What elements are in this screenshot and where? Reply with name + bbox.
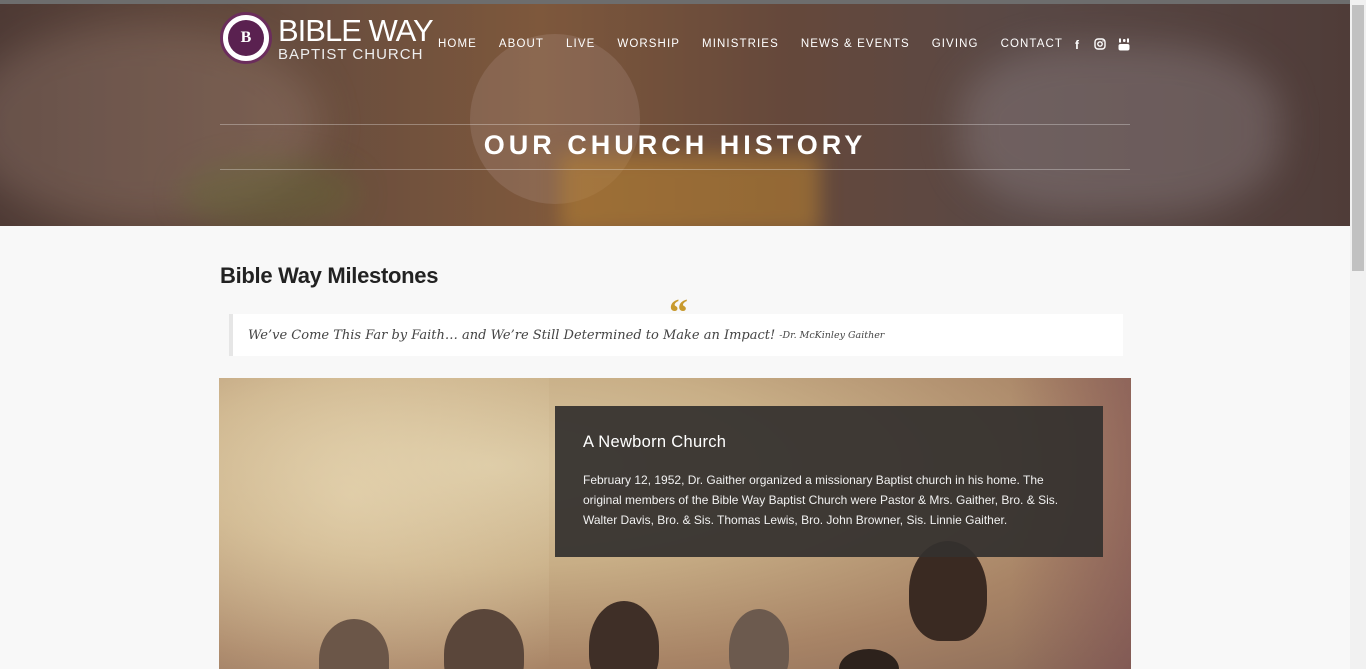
logo-badge-letter: B bbox=[228, 20, 264, 56]
instagram-icon[interactable] bbox=[1094, 38, 1108, 52]
top-border bbox=[0, 0, 1350, 4]
logo-badge-icon: B bbox=[220, 12, 272, 64]
nav-about[interactable]: ABOUT bbox=[499, 38, 544, 50]
nav-contact[interactable]: CONTACT bbox=[1001, 38, 1063, 50]
logo-name: BIBLE WAY bbox=[278, 12, 434, 48]
facebook-icon[interactable]: f bbox=[1070, 38, 1084, 52]
nav-worship[interactable]: WORSHIP bbox=[617, 38, 680, 50]
hero-rule-bottom bbox=[220, 169, 1130, 170]
nav-live[interactable]: LIVE bbox=[566, 38, 595, 50]
quote-block: We’ve Come This Far by Faith… and We’re … bbox=[229, 314, 1123, 356]
logo-subname: BAPTIST CHURCH bbox=[278, 45, 424, 63]
page-scrollbar[interactable] bbox=[1350, 0, 1366, 669]
nav-giving[interactable]: GIVING bbox=[932, 38, 979, 50]
quote-author: -Dr. McKinley Gaither bbox=[779, 329, 885, 341]
social-links: f bbox=[1070, 38, 1132, 52]
milestone-body: February 12, 1952, Dr. Gaither organized… bbox=[583, 473, 1059, 527]
nav-ministries[interactable]: MINISTRIES bbox=[702, 38, 779, 50]
page-title: OUR CHURCH HISTORY bbox=[483, 130, 867, 160]
nav-news-events[interactable]: NEWS & EVENTS bbox=[801, 38, 910, 50]
site-logo[interactable]: B BIBLE WAY BAPTIST CHURCH bbox=[220, 12, 434, 64]
milestone-title: A Newborn Church bbox=[583, 433, 727, 451]
quote-text: We’ve Come This Far by Faith… and We’re … bbox=[248, 327, 776, 343]
hero-rule-top bbox=[220, 124, 1130, 125]
milestone-card: A Newborn Church February 12, 1952, Dr. … bbox=[555, 406, 1103, 557]
nav-home[interactable]: HOME bbox=[438, 38, 477, 50]
youtube-icon[interactable] bbox=[1118, 38, 1132, 52]
main-nav: HOME ABOUT LIVE WORSHIP MINISTRIES NEWS … bbox=[438, 38, 1085, 50]
scrollbar-thumb[interactable] bbox=[1352, 5, 1364, 271]
section-heading: Bible Way Milestones bbox=[220, 263, 439, 288]
historic-photo-figures bbox=[219, 539, 1131, 669]
